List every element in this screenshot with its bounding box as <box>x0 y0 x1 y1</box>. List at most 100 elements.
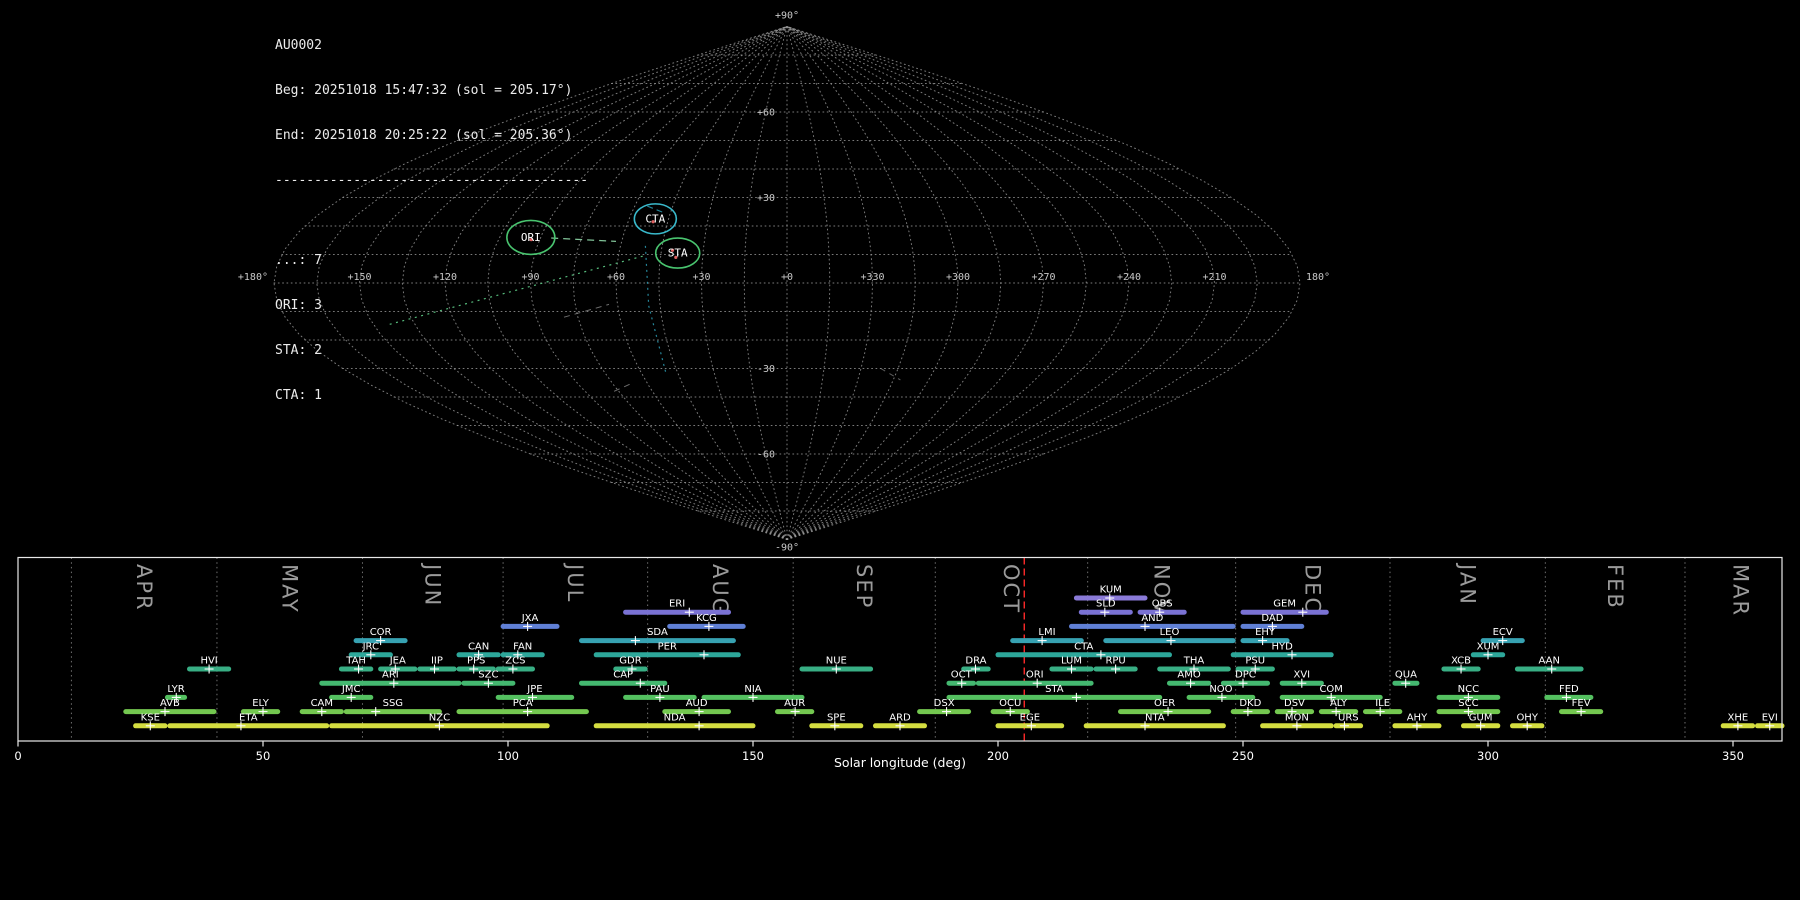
svg-text:NUE: NUE <box>826 656 847 667</box>
svg-text:EGE: EGE <box>1020 712 1040 723</box>
shower-counts: ...: 7 ORI: 3 STA: 2 CTA: 1 <box>275 223 588 433</box>
svg-text:SZC: SZC <box>478 670 498 681</box>
svg-text:250: 250 <box>1232 749 1254 763</box>
svg-text:XVI: XVI <box>1293 670 1310 681</box>
svg-text:SPE: SPE <box>827 712 846 723</box>
svg-text:CTA: CTA <box>1074 641 1093 652</box>
svg-text:CAN: CAN <box>468 641 489 652</box>
svg-text:HVI: HVI <box>200 656 217 667</box>
svg-text:PCA: PCA <box>513 698 533 709</box>
svg-text:FEV: FEV <box>1572 698 1591 709</box>
svg-text:DAD: DAD <box>1261 613 1283 624</box>
svg-text:PPS: PPS <box>467 656 485 667</box>
svg-text:COM: COM <box>1319 684 1342 695</box>
svg-text:KCG: KCG <box>696 613 717 624</box>
svg-text:ARD: ARD <box>889 712 911 723</box>
svg-text:OBS: OBS <box>1152 599 1173 610</box>
svg-text:EVI: EVI <box>1762 712 1778 723</box>
svg-text:AHY: AHY <box>1407 712 1428 723</box>
svg-text:AUD: AUD <box>686 698 708 709</box>
svg-text:NTA: NTA <box>1145 712 1165 723</box>
svg-text:+30: +30 <box>692 272 710 283</box>
svg-text:STA: STA <box>1045 684 1064 695</box>
end-time-line: End: 20251018 20:25:22 (sol = 205.36°) <box>275 128 573 143</box>
svg-text:AND: AND <box>1141 613 1163 624</box>
svg-text:CAP: CAP <box>613 670 633 681</box>
svg-text:XHE: XHE <box>1728 712 1749 723</box>
svg-text:SLD: SLD <box>1096 599 1116 610</box>
svg-text:OCT: OCT <box>951 670 973 681</box>
svg-text:ETA: ETA <box>239 712 258 723</box>
svg-text:Solar longitude (deg): Solar longitude (deg) <box>834 755 966 770</box>
svg-text:CTA: CTA <box>645 212 665 225</box>
svg-text:NOO: NOO <box>1209 684 1232 695</box>
svg-text:ALY: ALY <box>1330 698 1348 709</box>
svg-text:FED: FED <box>1559 684 1579 695</box>
svg-text:GDR: GDR <box>619 656 641 667</box>
svg-text:SCC: SCC <box>1458 698 1478 709</box>
svg-text:PSU: PSU <box>1245 656 1265 667</box>
svg-text:FEB: FEB <box>1603 564 1627 610</box>
svg-text:EHY: EHY <box>1255 627 1276 638</box>
svg-text:NIA: NIA <box>744 684 761 695</box>
svg-text:NDA: NDA <box>664 712 686 723</box>
svg-text:LYR: LYR <box>167 684 184 695</box>
svg-text:+210: +210 <box>1202 272 1226 283</box>
svg-text:AAN: AAN <box>1539 656 1560 667</box>
svg-text:JUL: JUL <box>563 562 587 603</box>
svg-text:JMC: JMC <box>341 684 361 695</box>
svg-text:TAH: TAH <box>345 656 366 667</box>
svg-text:+90°: +90° <box>775 11 799 22</box>
svg-text:+180°: +180° <box>238 272 268 283</box>
svg-text:180°: 180° <box>1306 272 1330 283</box>
svg-text:350: 350 <box>1722 749 1744 763</box>
svg-text:THA: THA <box>1183 656 1205 667</box>
svg-text:-90°: -90° <box>775 543 799 554</box>
svg-text:0: 0 <box>14 749 21 763</box>
svg-text:DPC: DPC <box>1235 670 1256 681</box>
svg-text:-30: -30 <box>757 364 775 375</box>
svg-text:+270: +270 <box>1031 272 1055 283</box>
svg-text:RPU: RPU <box>1105 656 1125 667</box>
svg-text:JPE: JPE <box>526 684 542 695</box>
svg-text:MAR: MAR <box>1728 564 1752 617</box>
svg-text:SDA: SDA <box>647 627 668 638</box>
svg-text:DKD: DKD <box>1239 698 1261 709</box>
svg-text:150: 150 <box>742 749 764 763</box>
svg-text:ERI: ERI <box>669 599 685 610</box>
svg-text:APR: APR <box>132 564 156 612</box>
svg-text:+0: +0 <box>781 272 793 283</box>
svg-text:DRA: DRA <box>965 656 986 667</box>
svg-text:JAN: JAN <box>1455 562 1479 606</box>
svg-text:ECV: ECV <box>1493 627 1513 638</box>
svg-text:OHY: OHY <box>1516 712 1538 723</box>
svg-text:200: 200 <box>987 749 1009 763</box>
svg-text:GEM: GEM <box>1273 599 1296 610</box>
svg-text:AMO: AMO <box>1177 670 1200 681</box>
svg-text:XCB: XCB <box>1451 656 1471 667</box>
svg-text:+60: +60 <box>607 272 625 283</box>
count-line-cta: CTA: 1 <box>275 388 322 403</box>
svg-text:KUM: KUM <box>1100 585 1122 596</box>
count-line-ori: ORI: 3 <box>275 298 322 313</box>
svg-text:DSV: DSV <box>1284 698 1305 709</box>
svg-text:PAU: PAU <box>650 684 670 695</box>
svg-text:OER: OER <box>1154 698 1175 709</box>
svg-text:AVB: AVB <box>160 698 180 709</box>
svg-text:DSX: DSX <box>934 698 955 709</box>
separator-line: ---------------------------------------- <box>275 173 589 188</box>
svg-text:ARI: ARI <box>382 670 399 681</box>
svg-text:URS: URS <box>1338 712 1359 723</box>
svg-text:CAM: CAM <box>311 698 333 709</box>
svg-text:NZC: NZC <box>429 712 450 723</box>
svg-text:QUA: QUA <box>1395 670 1417 681</box>
svg-text:IIP: IIP <box>431 656 443 667</box>
observation-header: AU0002 Beg: 20251018 15:47:32 (sol = 205… <box>275 8 588 448</box>
svg-text:LMI: LMI <box>1038 627 1055 638</box>
svg-text:MON: MON <box>1285 712 1309 723</box>
svg-text:50: 50 <box>256 749 271 763</box>
svg-text:NCC: NCC <box>1458 684 1479 695</box>
svg-text:SSG: SSG <box>383 698 403 709</box>
svg-text:LEO: LEO <box>1160 627 1180 638</box>
svg-text:ILE: ILE <box>1375 698 1390 709</box>
